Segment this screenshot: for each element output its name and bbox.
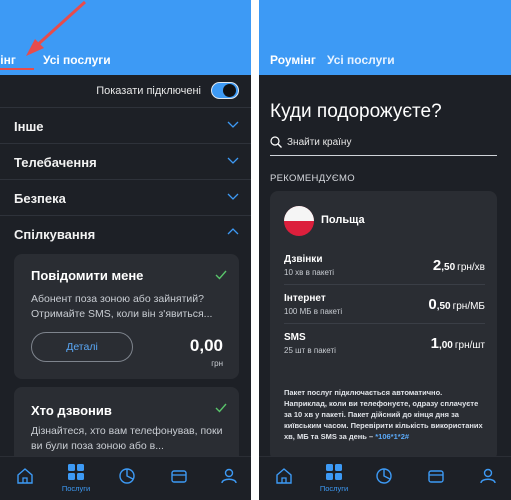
bottom-nav: Послуги xyxy=(259,456,511,500)
toggle-knob xyxy=(223,84,236,97)
price-unit: грн xyxy=(211,359,223,368)
card-description: Абонент поза зоною або зайнятий? Отримай… xyxy=(31,293,213,320)
card-title: Повідомити мене xyxy=(31,268,144,283)
card-title: Хто дзвонив xyxy=(31,403,112,418)
search-placeholder: Знайти країну xyxy=(287,137,352,148)
wallet-icon[interactable] xyxy=(170,467,188,485)
package-note: Пакет послуг підключається автоматично. … xyxy=(284,388,483,441)
section-label: Телебачення xyxy=(14,155,97,170)
tariff-price: 2,50 грн/хв xyxy=(432,257,485,274)
card-description: Дізнайтеся, хто вам телефонував, поки ви… xyxy=(31,425,223,452)
page-title: Куди подорожуєте? xyxy=(270,101,442,122)
poland-flag-icon xyxy=(284,206,314,236)
country-search[interactable]: Знайти країну xyxy=(270,133,497,156)
tab-all-services[interactable]: Усі послуги xyxy=(43,53,111,67)
price-value: 0,00 xyxy=(189,336,223,355)
pie-chart-icon[interactable] xyxy=(375,467,393,485)
chevron-down-icon xyxy=(227,193,239,200)
service-card-notify-me[interactable]: Повідомити мене Абонент поза зоною або з… xyxy=(14,254,239,379)
details-label: Деталі xyxy=(66,341,98,353)
profile-icon[interactable] xyxy=(220,467,238,485)
tariff-package: 25 шт в пакеті xyxy=(284,346,336,355)
divider xyxy=(284,284,485,285)
tab-roaming-underline xyxy=(0,68,34,70)
tariff-name: Інтернет xyxy=(284,293,326,304)
show-connected-label: Показати підключені xyxy=(96,85,201,97)
search-icon xyxy=(270,136,282,148)
tariff-price: 1,00 грн/шт xyxy=(430,335,485,352)
divider xyxy=(284,323,485,324)
top-bar: Роумінг Усі послуги xyxy=(0,0,251,75)
tariff-name: Дзвінки xyxy=(284,254,323,265)
checkmark-icon xyxy=(215,403,227,413)
tariff-name: SMS xyxy=(284,332,306,343)
country-name: Польща xyxy=(321,214,365,226)
tariff-internet: Інтернет 100 МБ в пакеті 0,50 грн/МБ xyxy=(284,293,485,332)
country-card-poland[interactable]: Польща Дзвінки 10 хв в пакеті 2,50 грн/хв… xyxy=(270,191,497,461)
bottom-nav: Послуги xyxy=(0,456,251,500)
section-security[interactable]: Безпека xyxy=(0,179,251,215)
section-tv[interactable]: Телебачення xyxy=(0,143,251,179)
recommended-label: РЕКОМЕНДУЄМО xyxy=(270,173,355,184)
show-connected-toggle[interactable] xyxy=(211,82,239,99)
show-connected-row: Показати підключені xyxy=(0,75,251,107)
home-icon[interactable] xyxy=(16,467,34,485)
section-label: Спілкування xyxy=(14,227,96,242)
service-card-who-called[interactable]: Хто дзвонив Дізнайтеся, хто вам телефону… xyxy=(14,387,239,467)
tariff-price: 0,50 грн/МБ xyxy=(428,296,485,313)
tab-roaming[interactable]: Роумінг xyxy=(0,53,16,67)
tariff-calls: Дзвінки 10 хв в пакеті 2,50 грн/хв xyxy=(284,254,485,293)
tabs: Роумінг Усі послуги xyxy=(259,51,511,71)
tab-all-services[interactable]: Усі послуги xyxy=(327,53,395,67)
nav-label-services: Послуги xyxy=(61,484,91,493)
nav-label-services: Послуги xyxy=(319,484,349,493)
tariff-package: 100 МБ в пакеті xyxy=(284,307,343,316)
chevron-up-icon xyxy=(227,228,239,235)
chevron-down-icon xyxy=(227,157,239,164)
chevron-down-icon xyxy=(227,121,239,128)
ussd-code: *106*1*2# xyxy=(375,432,410,441)
pie-chart-icon[interactable] xyxy=(118,467,136,485)
left-screen: Роумінг Усі послуги Показати підключені … xyxy=(0,0,251,500)
section-label: Інше xyxy=(14,119,44,134)
services-grid-icon[interactable] xyxy=(325,463,343,481)
home-icon[interactable] xyxy=(275,467,293,485)
right-screen: Роумінг Усі послуги Куди подорожуєте? Зн… xyxy=(259,0,511,500)
section-communication[interactable]: Спілкування xyxy=(0,215,251,251)
section-label: Безпека xyxy=(14,191,66,206)
tariff-package: 10 хв в пакеті xyxy=(284,268,335,277)
tariff-sms: SMS 25 шт в пакеті 1,00 грн/шт xyxy=(284,332,485,371)
services-grid-icon[interactable] xyxy=(67,463,85,481)
details-button[interactable]: Деталі xyxy=(31,332,133,362)
top-bar: Роумінг Усі послуги xyxy=(259,0,511,75)
tabs: Роумінг Усі послуги xyxy=(0,51,251,71)
checkmark-icon xyxy=(215,270,227,280)
section-other[interactable]: Інше xyxy=(0,107,251,143)
profile-icon[interactable] xyxy=(479,467,497,485)
wallet-icon[interactable] xyxy=(427,467,445,485)
tab-roaming[interactable]: Роумінг xyxy=(270,53,316,67)
